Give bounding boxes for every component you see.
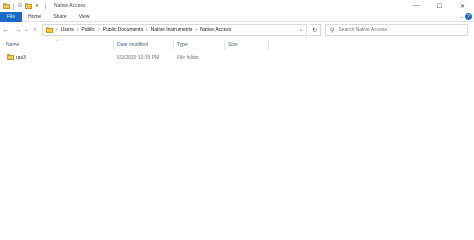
new-folder-icon[interactable] (25, 3, 32, 9)
maximize-button[interactable]: ☐ (428, 0, 451, 12)
folder-icon (46, 27, 53, 33)
address-bar[interactable]: › Users › Public › Public Documents › Na… (42, 24, 307, 36)
window-controls: — ☐ ✕ (405, 0, 474, 12)
column-header-date-modified[interactable]: Date modified (117, 42, 148, 48)
breadcrumb-native-access[interactable]: Native Access (200, 27, 231, 33)
file-type: File folder (177, 54, 199, 61)
chevron-right-icon[interactable]: › (56, 27, 58, 33)
help-icon[interactable]: ? (465, 13, 472, 20)
chevron-right-icon[interactable]: › (195, 27, 197, 33)
chevron-right-icon[interactable]: › (146, 27, 148, 33)
chevron-down-icon[interactable]: ▾ (34, 3, 40, 9)
chevron-down-icon[interactable]: ⌄ (299, 27, 303, 33)
tab-share[interactable]: Share (47, 12, 72, 22)
breadcrumb-users[interactable]: Users (61, 27, 74, 33)
column-header-row: ^ Name Date modified Type Size (0, 38, 474, 52)
list-item[interactable]: ras3 6/3/2020 12:35 PM File folder (3, 53, 469, 62)
breadcrumb-native-instruments[interactable]: Native Instruments (151, 27, 193, 33)
breadcrumb-public-documents[interactable]: Public Documents (103, 27, 143, 33)
refresh-button[interactable]: ↻ (309, 24, 321, 36)
recent-locations-icon[interactable]: ⌄ (23, 25, 30, 35)
column-header-name[interactable]: Name (6, 42, 19, 48)
navigation-bar: ← → ⌄ ↑ › Users › Public › Public Docume… (0, 23, 474, 37)
column-header-type[interactable]: Type (177, 42, 188, 48)
column-divider[interactable] (113, 40, 114, 50)
chevron-right-icon[interactable]: › (77, 27, 79, 33)
properties-icon[interactable]: ☑ (17, 3, 23, 9)
ribbon-expand-icon[interactable]: ⌄ (460, 14, 464, 20)
minimize-button[interactable]: — (405, 0, 428, 12)
separator (13, 2, 14, 10)
ribbon-tabs: File Home Share View ⌄ ? (0, 11, 474, 22)
title-bar: ☑ ▾ Native Access — ☐ ✕ (0, 0, 474, 12)
search-box[interactable]: ⚲ (325, 24, 468, 36)
tab-file[interactable]: File (0, 11, 22, 22)
column-divider[interactable] (224, 40, 225, 50)
tab-view[interactable]: View (73, 12, 96, 22)
column-header-size[interactable]: Size (228, 42, 238, 48)
close-button[interactable]: ✕ (451, 0, 474, 12)
sort-indicator-icon: ^ (56, 38, 58, 43)
breadcrumb-public[interactable]: Public (81, 27, 95, 33)
folder-icon (3, 3, 10, 9)
column-divider[interactable] (268, 40, 269, 50)
window-title: Native Access (54, 3, 86, 9)
search-input[interactable] (338, 27, 459, 33)
folder-icon (7, 54, 14, 60)
column-divider[interactable] (173, 40, 174, 50)
chevron-right-icon[interactable]: › (98, 27, 100, 33)
up-button[interactable]: ↑ (30, 25, 40, 35)
separator (45, 2, 46, 10)
search-icon: ⚲ (330, 27, 335, 34)
file-date-modified: 6/3/2020 12:35 PM (117, 54, 160, 61)
forward-button[interactable]: → (13, 25, 23, 35)
quick-access-toolbar: ☑ ▾ (0, 2, 49, 10)
file-name[interactable]: ras3 (16, 55, 26, 61)
back-button[interactable]: ← (1, 25, 11, 35)
tab-home[interactable]: Home (22, 12, 47, 22)
